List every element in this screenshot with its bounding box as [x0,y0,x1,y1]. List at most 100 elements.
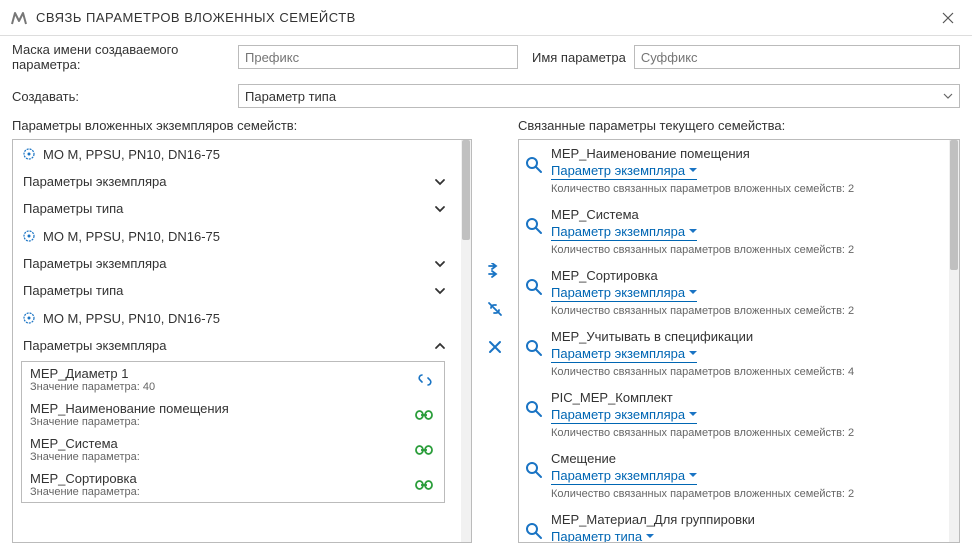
linked-param-type-select[interactable]: Параметр типа [551,529,654,542]
scrollbar-thumb[interactable] [950,140,958,270]
search-icon[interactable] [525,522,543,540]
left-header: Параметры вложенных экземпляров семейств… [12,118,472,133]
linked-param-type-select[interactable]: Параметр экземпляра [551,224,697,241]
close-button[interactable] [934,8,962,28]
search-icon[interactable] [525,217,543,235]
linked-param-count: Количество связанных параметров вложенны… [551,427,941,439]
group-name: Параметры типа [23,201,123,216]
linked-param-type: Параметр типа [551,529,642,542]
create-select[interactable]: Параметр типа [238,84,960,108]
linked-param-item[interactable]: MEP_Наименование помещения Параметр экзе… [519,140,949,201]
linked-param-item[interactable]: PIC_MEP_Комплект Параметр экземпляра Кол… [519,384,949,445]
linked-param-type-select[interactable]: Параметр экземпляра [551,346,697,363]
family-row[interactable]: MO M, PPSU, PN10, DN16-75 [13,140,461,168]
family-row[interactable]: MO M, PPSU, PN10, DN16-75 [13,304,461,332]
linked-param-item[interactable]: Смещение Параметр экземпляра Количество … [519,445,949,506]
param-value: Значение параметра: 40 [30,381,155,393]
chevron-down-icon [689,229,697,234]
param-group-row[interactable]: Параметры типа [13,277,461,304]
linked-param-count: Количество связанных параметров вложенны… [551,366,941,378]
linked-param-name: Смещение [551,451,941,466]
linked-param-item[interactable]: MEP_Система Параметр экземпляра Количест… [519,201,949,262]
param-group-row[interactable]: Параметры экземпляра [13,332,461,359]
linked-param-type: Параметр экземпляра [551,468,685,483]
chevron-down-icon [689,168,697,173]
link-icon[interactable] [414,408,434,422]
chevron-down-icon [689,473,697,478]
param-group-row[interactable]: Параметры экземпляра [13,250,461,277]
search-icon[interactable] [525,156,543,174]
link-icon[interactable] [414,478,434,492]
right-scrollbar[interactable] [949,140,959,542]
search-icon[interactable] [525,278,543,296]
linked-param-item[interactable]: MEP_Материал_Для группировки Параметр ти… [519,506,949,542]
linked-param-item[interactable]: MEP_Учитывать в спецификации Параметр эк… [519,323,949,384]
right-header: Связанные параметры текущего семейства: [518,118,960,133]
param-item[interactable]: MEP_Диаметр 1 Значение параметра: 40 [22,362,444,397]
family-icon [21,228,37,244]
linked-param-item[interactable]: MEP_Сортировка Параметр экземпляра Колич… [519,262,949,323]
search-icon[interactable] [525,400,543,418]
left-panel: MO M, PPSU, PN10, DN16-75 Параметры экзе… [12,139,472,543]
linked-param-type-select[interactable]: Параметр экземпляра [551,407,697,424]
param-group-row[interactable]: Параметры экземпляра [13,168,461,195]
create-select-value: Параметр типа [245,89,336,104]
param-item[interactable]: MEP_Сортировка Значение параметра: [22,467,444,502]
chevron-down-icon [433,204,447,214]
linked-param-type: Параметр экземпляра [551,224,685,239]
linked-param-type-select[interactable]: Параметр экземпляра [551,285,697,302]
family-icon [21,310,37,326]
param-value: Значение параметра: [30,416,229,428]
group-name: Параметры экземпляра [23,174,166,189]
param-item[interactable]: MEP_Наименование помещения Значение пара… [22,397,444,432]
mask-label: Маска имени создаваемого параметра: [12,42,230,72]
family-name: MO M, PPSU, PN10, DN16-75 [43,311,220,326]
link-icon[interactable] [414,443,434,457]
param-name: MEP_Диаметр 1 [30,366,155,381]
linked-param-count: Количество связанных параметров вложенны… [551,183,941,195]
param-name: MEP_Сортировка [30,471,140,486]
linked-param-name: MEP_Учитывать в спецификации [551,329,941,344]
unlink-button[interactable] [483,297,507,321]
linked-param-type-select[interactable]: Параметр экземпляра [551,468,697,485]
linked-param-count: Количество связанных параметров вложенны… [551,488,941,500]
param-name: MEP_Система [30,436,140,451]
chevron-down-icon [646,534,654,539]
family-name: MO M, PPSU, PN10, DN16-75 [43,229,220,244]
chevron-down-icon [689,351,697,356]
app-logo-icon [10,9,28,27]
search-icon[interactable] [525,461,543,479]
suffix-input[interactable] [634,45,960,69]
prefix-input[interactable] [238,45,518,69]
chevron-down-icon [433,259,447,269]
left-scrollbar[interactable] [461,140,471,542]
linked-param-name: MEP_Материал_Для группировки [551,512,941,527]
group-name: Параметры экземпляра [23,338,166,353]
remove-button[interactable] [483,335,507,359]
param-group-row[interactable]: Параметры типа [13,195,461,222]
param-value: Значение параметра: [30,451,140,463]
linked-param-count: Количество связанных параметров вложенны… [551,244,941,256]
linked-param-name: MEP_Сортировка [551,268,941,283]
family-icon [21,146,37,162]
chevron-down-icon [433,177,447,187]
param-list: MEP_Диаметр 1 Значение параметра: 40 MEP… [21,361,445,503]
window-title: СВЯЗЬ ПАРАМЕТРОВ ВЛОЖЕННЫХ СЕМЕЙСТВ [36,10,934,25]
linked-param-type-select[interactable]: Параметр экземпляра [551,163,697,180]
family-row[interactable]: MO M, PPSU, PN10, DN16-75 [13,222,461,250]
param-name: MEP_Наименование помещения [30,401,229,416]
param-item[interactable]: MEP_Система Значение параметра: [22,432,444,467]
linked-param-type: Параметр экземпляра [551,346,685,361]
linked-param-type: Параметр экземпляра [551,407,685,422]
scrollbar-thumb[interactable] [462,140,470,240]
create-label: Создавать: [12,89,230,104]
link-all-button[interactable] [483,259,507,283]
linked-param-count: Количество связанных параметров вложенны… [551,305,941,317]
link-broken-icon[interactable] [416,371,434,389]
search-icon[interactable] [525,339,543,357]
param-value: Значение параметра: [30,486,140,498]
right-panel: MEP_Наименование помещения Параметр экзе… [518,139,960,543]
titlebar: СВЯЗЬ ПАРАМЕТРОВ ВЛОЖЕННЫХ СЕМЕЙСТВ [0,0,972,36]
group-name: Параметры типа [23,283,123,298]
chevron-up-icon [433,341,447,351]
